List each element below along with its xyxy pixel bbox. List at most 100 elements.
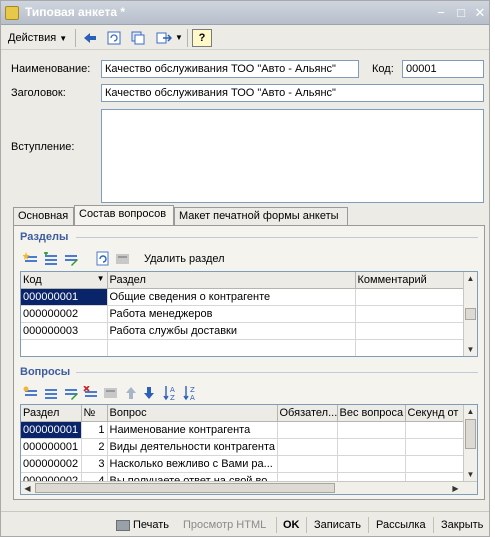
help-button[interactable]: ?: [192, 29, 212, 47]
question-text-cell[interactable]: Виды деятельности контрагента: [107, 438, 278, 456]
sort-descending-icon[interactable]: ZA: [182, 384, 200, 402]
tab-questions[interactable]: Состав вопросов: [74, 205, 174, 226]
scroll-thumb[interactable]: [35, 483, 335, 493]
delete-section-button[interactable]: Удалить раздел: [144, 253, 225, 265]
toolbar: Действия ▼ ▼ ?: [1, 26, 489, 50]
copy-question-icon[interactable]: [42, 384, 60, 402]
question-section-cell[interactable]: 000000001: [21, 421, 82, 439]
title-bar[interactable]: Типовая анкета * − □ ✕: [1, 1, 489, 25]
scroll-up-icon[interactable]: ▲: [464, 405, 477, 418]
question-required-cell[interactable]: [277, 455, 338, 473]
question-text-cell[interactable]: Насколько вежливо с Вами ра...: [107, 455, 278, 473]
questions-table: Раздел № Вопрос Обязател... Вес вопроса …: [20, 404, 478, 495]
scroll-down-icon[interactable]: ▼: [464, 468, 477, 481]
code-field[interactable]: 00001: [402, 60, 484, 78]
table-row[interactable]: 000000002 Работа менеджеров: [21, 305, 466, 323]
close-button[interactable]: Закрыть: [441, 517, 483, 533]
table-row[interactable]: 000000003 Работа службы доставки: [21, 322, 466, 340]
back-arrow-icon[interactable]: [80, 29, 100, 47]
svg-text:A: A: [190, 394, 195, 401]
hierarchy-icon: [102, 384, 120, 402]
table-row[interactable]: 000000001 1 Наименование контрагента: [21, 421, 477, 439]
delete-question-icon[interactable]: [82, 384, 100, 402]
question-number-cell[interactable]: 3: [81, 455, 108, 473]
column-header-required[interactable]: Обязател...: [277, 405, 338, 422]
table-row[interactable]: 000000001 Общие сведения о контрагенте: [21, 288, 466, 306]
refresh-list-icon[interactable]: [94, 250, 112, 268]
column-header-weight[interactable]: Вес вопроса: [337, 405, 406, 422]
question-required-cell[interactable]: [277, 421, 338, 439]
section-name-cell[interactable]: Общие сведения о контрагенте: [107, 288, 356, 306]
go-to-icon[interactable]: [154, 29, 174, 47]
add-question-icon[interactable]: [22, 384, 40, 402]
minimize-icon[interactable]: −: [433, 5, 449, 21]
save-button[interactable]: Записать: [314, 517, 361, 533]
add-copy-icon[interactable]: [42, 250, 60, 268]
close-icon[interactable]: ✕: [472, 5, 488, 21]
copy-icon[interactable]: [128, 29, 148, 47]
tab-main[interactable]: Основная: [13, 207, 74, 225]
question-weight-cell[interactable]: [337, 455, 406, 473]
bottom-separator: [368, 517, 369, 533]
intro-label: Вступление:: [11, 141, 75, 153]
question-weight-cell[interactable]: [337, 438, 406, 456]
column-header-code[interactable]: Код ▼: [21, 272, 108, 289]
column-header-comment[interactable]: Комментарий: [355, 272, 466, 289]
scroll-thumb[interactable]: [465, 419, 476, 449]
actions-menu[interactable]: Действия ▼: [8, 29, 67, 47]
question-section-cell[interactable]: 000000002: [21, 455, 82, 473]
intro-field[interactable]: [101, 109, 484, 203]
question-required-cell[interactable]: [277, 438, 338, 456]
questions-horizontal-scrollbar[interactable]: ◀ ▶: [21, 481, 477, 494]
scroll-left-icon[interactable]: ◀: [21, 482, 34, 494]
section-comment-cell[interactable]: [355, 288, 466, 306]
section-code-cell[interactable]: 000000001: [21, 288, 108, 306]
section-comment-cell[interactable]: [355, 305, 466, 323]
go-to-dropdown-icon[interactable]: ▼: [175, 29, 183, 47]
table-row[interactable]: 000000002 3 Насколько вежливо с Вами ра.…: [21, 455, 477, 473]
column-header-section[interactable]: Раздел: [107, 272, 356, 289]
question-text-cell[interactable]: Наименование контрагента: [107, 421, 278, 439]
question-section-cell[interactable]: 000000001: [21, 438, 82, 456]
svg-text:Z: Z: [190, 386, 195, 394]
section-name-cell[interactable]: Работа службы доставки: [107, 322, 356, 340]
section-code-cell[interactable]: 000000002: [21, 305, 108, 323]
scroll-down-icon[interactable]: ▼: [464, 343, 477, 356]
sections-vertical-scrollbar[interactable]: ▲ ▼: [463, 272, 477, 356]
bottom-separator: [276, 517, 277, 533]
maximize-icon[interactable]: □: [453, 5, 469, 21]
add-icon[interactable]: [22, 250, 40, 268]
tab-print-layout[interactable]: Макет печатной формы анкеты: [174, 207, 348, 225]
section-name-cell[interactable]: Работа менеджеров: [107, 305, 356, 323]
section-comment-cell[interactable]: [355, 322, 466, 340]
column-header-number[interactable]: №: [81, 405, 108, 422]
edit-icon[interactable]: [62, 250, 80, 268]
preview-html-button: Просмотр HTML: [183, 519, 267, 531]
column-header-question[interactable]: Вопрос: [107, 405, 278, 422]
actions-label: Действия: [8, 32, 57, 44]
form-icon: [5, 6, 19, 20]
edit-question-icon[interactable]: [62, 384, 80, 402]
table-row[interactable]: 000000001 2 Виды деятельности контрагент…: [21, 438, 477, 456]
scroll-thumb[interactable]: [465, 308, 476, 320]
refresh-icon[interactable]: [104, 29, 124, 47]
ok-button[interactable]: OK: [283, 517, 300, 533]
question-number-cell[interactable]: 2: [81, 438, 108, 456]
dropdown-arrow-icon: ▼: [59, 34, 68, 43]
header-field[interactable]: Качество обслуживания ТОО "Авто - Альянс…: [101, 84, 484, 102]
question-weight-cell[interactable]: [337, 421, 406, 439]
sort-ascending-icon[interactable]: AZ: [162, 384, 180, 402]
sections-header-row: Код ▼ Раздел Комментарий: [21, 272, 466, 289]
code-label: Код:: [372, 63, 394, 75]
move-down-icon[interactable]: [140, 384, 158, 402]
question-number-cell[interactable]: 1: [81, 421, 108, 439]
mailing-button[interactable]: Рассылка: [376, 517, 426, 533]
column-header-section[interactable]: Раздел: [21, 405, 82, 422]
move-up-icon: [122, 384, 140, 402]
print-button[interactable]: Печать: [116, 517, 169, 533]
section-code-cell[interactable]: 000000003: [21, 322, 108, 340]
name-field[interactable]: Качество обслуживания ТОО "Авто - Альянс…: [101, 60, 359, 78]
scroll-right-icon[interactable]: ▶: [449, 482, 462, 494]
scroll-up-icon[interactable]: ▲: [464, 272, 477, 285]
questions-vertical-scrollbar[interactable]: ▲ ▼: [463, 405, 477, 481]
